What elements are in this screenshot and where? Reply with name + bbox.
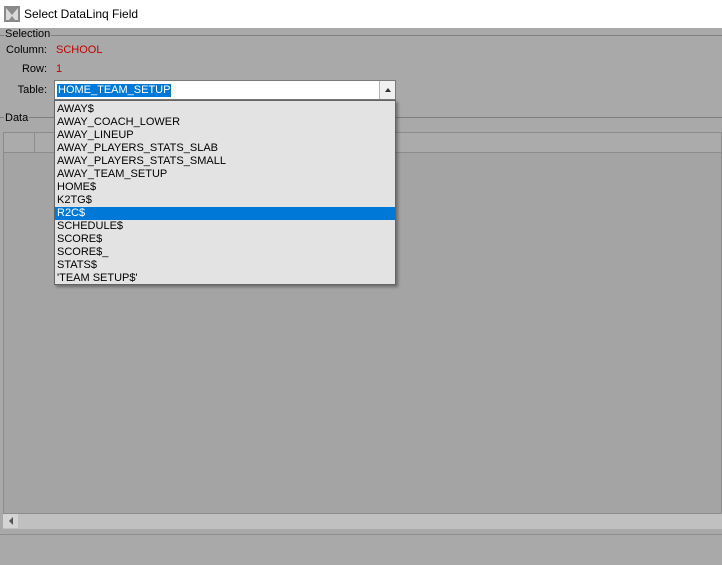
dropdown-item[interactable]: SCHEDULE$ [55, 220, 395, 233]
chevron-up-icon [384, 88, 391, 92]
chevron-left-icon [8, 517, 13, 525]
app-icon [4, 6, 20, 22]
data-group-label: Data [4, 112, 30, 124]
row-label: Row: [21, 63, 47, 75]
dropdown-item[interactable]: STATS$ [55, 259, 395, 272]
dropdown-item[interactable]: SCORE$ [55, 233, 395, 246]
table-label: Table: [17, 84, 47, 96]
dropdown-item[interactable]: AWAY_COACH_LOWER [55, 116, 395, 129]
title-bar: Select DataLinq Field [0, 0, 722, 28]
dropdown-item-highlighted[interactable]: R2C$ [55, 207, 395, 220]
dropdown-item[interactable]: K2TG$ [55, 194, 395, 207]
table-combobox[interactable]: HOME_TEAM_SETUP [54, 80, 396, 100]
dropdown-item[interactable]: AWAY_TEAM_SETUP [55, 168, 395, 181]
dropdown-item[interactable]: AWAY_LINEUP [55, 129, 395, 142]
selection-groupbox [0, 35, 722, 36]
table-combobox-value[interactable]: HOME_TEAM_SETUP [57, 84, 172, 97]
column-value: SCHOOL [56, 44, 103, 56]
dropdown-item[interactable]: HOME$ [55, 181, 395, 194]
grid-corner-cell[interactable] [4, 133, 35, 152]
row-value: 1 [56, 63, 63, 75]
table-dropdown-list[interactable]: AWAY$ AWAY_COACH_LOWER AWAY_LINEUP AWAY_… [54, 100, 396, 285]
dropdown-item[interactable]: 'TEAM SETUP$' [55, 272, 395, 285]
horizontal-scrollbar[interactable] [3, 513, 722, 529]
column-label: Column: [6, 44, 47, 56]
dropdown-toggle-button[interactable] [379, 81, 395, 99]
scroll-left-button[interactable] [3, 514, 18, 528]
dropdown-item[interactable]: AWAY_PLAYERS_STATS_SMALL [55, 155, 395, 168]
dropdown-item[interactable]: AWAY$ [55, 103, 395, 116]
dropdown-item[interactable]: AWAY_PLAYERS_STATS_SLAB [55, 142, 395, 155]
dropdown-item[interactable]: SCORE$_ [55, 246, 395, 259]
window-title: Select DataLinq Field [24, 7, 139, 21]
status-divider [0, 534, 722, 535]
selection-group-label: Selection [4, 28, 52, 40]
